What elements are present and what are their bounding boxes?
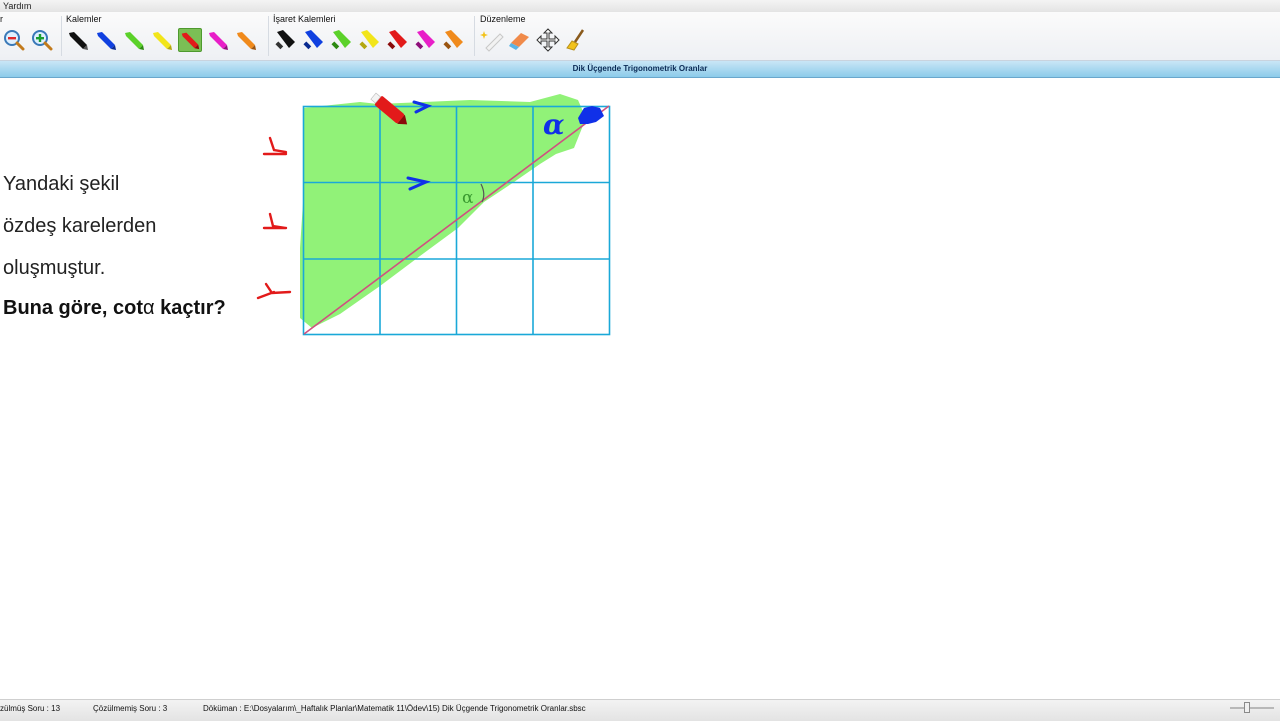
marker-icon [359, 30, 379, 50]
ribbon-toolbar: r Kalemler İşaret Kalemleri Düzenleme [0, 12, 1280, 61]
toolbar-separator [474, 16, 475, 56]
marker-pens-group-label: İşaret Kalemleri [273, 14, 336, 24]
pen-icon [237, 32, 256, 50]
green-pen-button[interactable] [122, 28, 146, 52]
zoom-slider-track[interactable] [1230, 707, 1274, 709]
solved-count: zülmüş Soru : 13 [0, 704, 61, 713]
orange-marker-button[interactable] [441, 28, 465, 52]
red-tick-mark [262, 212, 288, 230]
marker-icon [387, 30, 407, 50]
marker-icon [415, 30, 435, 50]
yellow-pen-button[interactable] [150, 28, 174, 52]
pink-pen-button[interactable] [206, 28, 230, 52]
move-icon [536, 28, 560, 52]
marker-icon [443, 30, 463, 50]
eraser-icon [509, 33, 529, 50]
yellow-marker-button[interactable] [357, 28, 381, 52]
toolbar-separator [268, 16, 269, 56]
marker-icon [275, 30, 295, 50]
green-marker-button[interactable] [329, 28, 353, 52]
blue-marker-button[interactable] [301, 28, 325, 52]
zoom-out-button[interactable] [2, 28, 26, 52]
zoom-in-button[interactable] [30, 28, 54, 52]
pink-marker-button[interactable] [413, 28, 437, 52]
blue-scribble [578, 106, 604, 124]
marker-icon [331, 30, 351, 50]
menu-help[interactable]: Yardım [3, 0, 31, 12]
document-title: Dik Üçgende Trigonometrik Oranlar [572, 64, 708, 73]
zoom-out-icon [4, 30, 25, 51]
eraser-button[interactable] [508, 28, 532, 52]
move-button[interactable] [536, 28, 560, 52]
pen-icon [69, 32, 88, 50]
red-marker-button[interactable] [385, 28, 409, 52]
zoom-slider-thumb[interactable] [1244, 702, 1250, 713]
blue-pen-button[interactable] [94, 28, 118, 52]
new-page-button[interactable] [480, 28, 504, 52]
pens-group-label: Kalemler [66, 14, 102, 24]
edit-group-label: Düzenleme [480, 14, 526, 24]
marker-pens-group: İşaret Kalemleri [273, 12, 473, 60]
unsolved-count: Çözülmemiş Soru : 3 [93, 704, 168, 713]
zoom-in-icon [32, 30, 53, 51]
edit-group: Düzenleme [480, 12, 600, 60]
clear-broom-button[interactable] [564, 28, 588, 52]
handwritten-alpha: α [543, 108, 565, 141]
broom-icon [566, 29, 585, 51]
pen-icon [181, 32, 200, 50]
pen-icon [125, 32, 144, 50]
black-pen-button[interactable] [66, 28, 90, 52]
angle-label: α [462, 188, 474, 208]
toolbar-separator [61, 16, 62, 56]
document-title-bar: Dik Üçgende Trigonometrik Oranlar [0, 61, 1280, 78]
new-page-icon [480, 31, 504, 52]
red-pen-button[interactable] [178, 28, 202, 52]
status-bar: zülmüş Soru : 13 Çözülmemiş Soru : 3 Dök… [0, 699, 1280, 721]
pen-icon [97, 32, 116, 50]
marker-icon [303, 30, 323, 50]
pens-group: Kalemler [66, 12, 266, 60]
pen-icon [153, 32, 172, 50]
orange-pen-button[interactable] [234, 28, 258, 52]
figure-layer: α α [256, 92, 611, 336]
document-path: Döküman : E:\Dosyalarım\_Haftalık Planla… [203, 704, 586, 713]
drawing-canvas[interactable]: Yandaki şekil özdeş karelerden oluşmuştu… [0, 78, 1280, 698]
black-marker-button[interactable] [273, 28, 297, 52]
pen-icon [209, 32, 228, 50]
red-tick-mark [262, 136, 288, 156]
view-group: r [0, 12, 60, 60]
red-tick-mark [256, 282, 292, 300]
view-group-label: r [0, 14, 3, 24]
